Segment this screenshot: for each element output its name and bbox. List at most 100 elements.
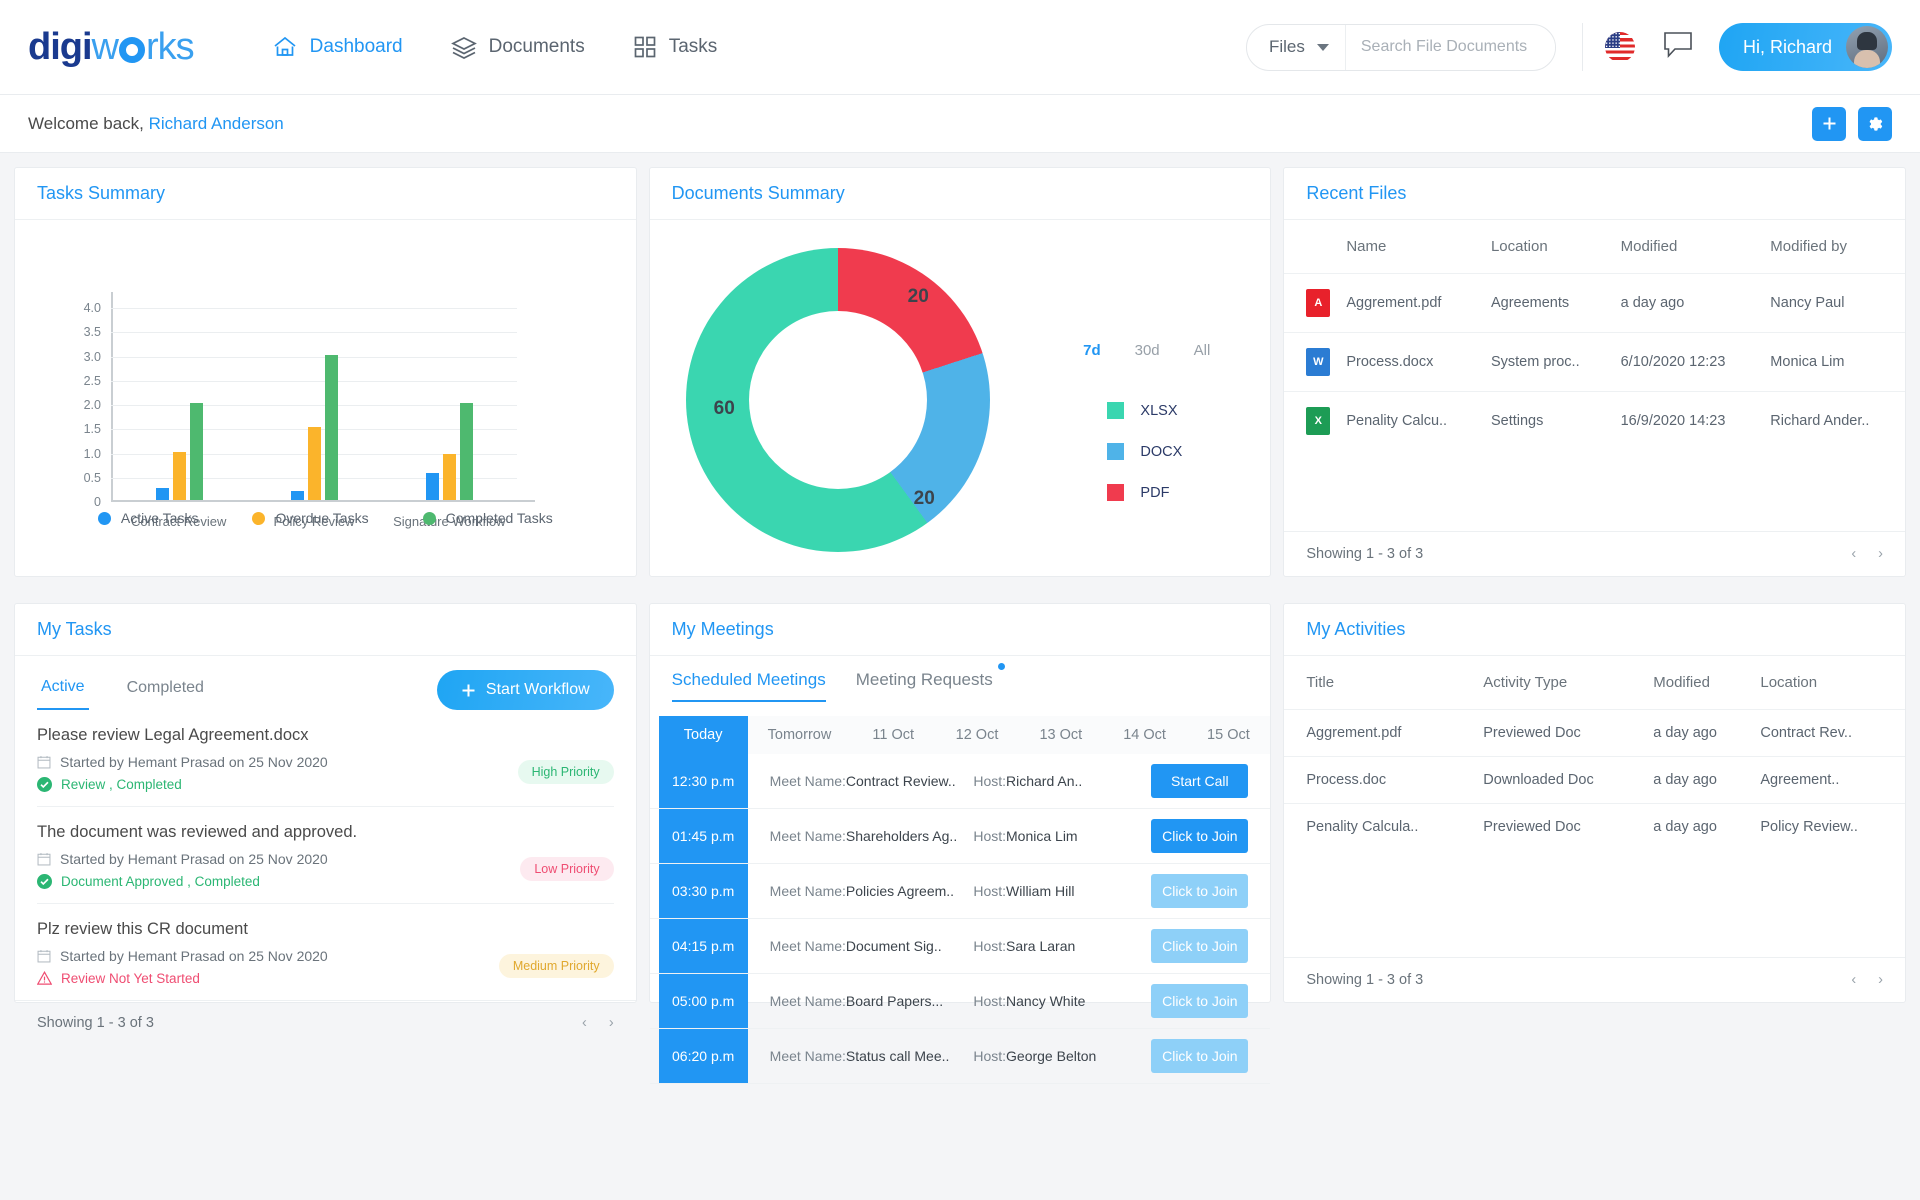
meeting-action-button[interactable]: Click to Join <box>1151 874 1248 908</box>
nav-item-documents[interactable]: Documents <box>451 35 585 59</box>
file-icon-cell: X <box>1284 392 1338 451</box>
legend-swatch-docx <box>1107 443 1124 460</box>
meeting-action-button[interactable]: Click to Join <box>1151 929 1248 963</box>
meeting-time: 06:20 p.m <box>659 1029 748 1083</box>
table-row[interactable]: Process.docDownloaded Doca day agoAgreem… <box>1284 757 1905 804</box>
day-tab-13-oct[interactable]: 13 Oct <box>1019 716 1103 754</box>
range-30d[interactable]: 30d <box>1135 342 1160 359</box>
table-row[interactable]: WProcess.docxSystem proc..6/10/2020 12:2… <box>1284 333 1905 392</box>
prev-page-icon[interactable]: ‹ <box>582 1015 587 1031</box>
chat-bubble-icon[interactable] <box>1663 31 1693 64</box>
task-status-label: Document Approved , Completed <box>61 874 260 889</box>
tab-completed[interactable]: Completed <box>123 671 208 709</box>
my-tasks-tabs: Active Completed Start Workflow <box>37 656 614 710</box>
meeting-action-button[interactable]: Start Call <box>1151 764 1248 798</box>
calendar-icon <box>37 755 51 769</box>
prev-page-icon[interactable]: ‹ <box>1851 972 1856 988</box>
user-menu-button[interactable]: Hi, Richard <box>1719 23 1892 71</box>
task-item[interactable]: Plz review this CR documentStarted by He… <box>37 904 614 1000</box>
table-col-modified: Modified <box>1613 220 1763 274</box>
settings-button[interactable] <box>1858 107 1892 141</box>
card-title-my-meetings: My Meetings <box>672 619 1249 640</box>
chart-gridline <box>111 332 517 333</box>
task-item[interactable]: Please review Legal Agreement.docxStarte… <box>37 710 614 807</box>
task-item[interactable]: The document was reviewed and approved.S… <box>37 807 614 904</box>
meeting-host: Host: Sara Laran <box>973 919 1151 973</box>
range-7d[interactable]: 7d <box>1083 342 1101 359</box>
next-page-icon[interactable]: › <box>1878 972 1883 988</box>
start-workflow-button[interactable]: Start Workflow <box>437 670 614 710</box>
cell-activity-type: Downloaded Doc <box>1475 757 1645 804</box>
prev-page-icon[interactable]: ‹ <box>1851 546 1856 562</box>
legend-label: Overdue Tasks <box>275 510 368 526</box>
donut-value-xlsx: 60 <box>714 398 735 420</box>
tab-scheduled-meetings[interactable]: Scheduled Meetings <box>672 670 826 702</box>
tab-active[interactable]: Active <box>37 670 89 710</box>
y-axis-tick: 1.0 <box>84 447 101 461</box>
my-tasks-showing: Showing 1 - 3 of 3 <box>37 1015 154 1031</box>
dashboard-row-bottom: My Tasks Active Completed Start Workflow… <box>0 589 1920 1003</box>
legend-dot <box>423 512 436 525</box>
range-all[interactable]: All <box>1194 342 1211 359</box>
cell-location: Agreements <box>1483 274 1613 333</box>
priority-badge: High Priority <box>518 760 614 784</box>
table-row[interactable]: AAggrement.pdfAgreementsa day agoNancy P… <box>1284 274 1905 333</box>
y-axis-tick: 2.0 <box>84 398 101 412</box>
pdf-file-icon: A <box>1306 289 1330 317</box>
day-tab-tomorrow[interactable]: Tomorrow <box>748 716 852 754</box>
meeting-row: 04:15 p.mMeet Name: Document Sig..Host: … <box>650 919 1271 974</box>
search-scope-select[interactable]: Files <box>1247 25 1346 70</box>
app-logo[interactable]: digiwrks <box>28 26 194 69</box>
meeting-time: 05:00 p.m <box>659 974 748 1028</box>
card-header: My Activities <box>1284 604 1905 656</box>
task-started-by: Started by Hemant Prasad on 25 Nov 2020 <box>60 754 328 770</box>
welcome-actions <box>1812 107 1892 141</box>
task-title: The document was reviewed and approved. <box>37 823 614 842</box>
priority-badge: Low Priority <box>520 857 613 881</box>
table-row[interactable]: Aggrement.pdfPreviewed Doca day agoContr… <box>1284 710 1905 757</box>
meeting-time: 12:30 p.m <box>659 754 748 808</box>
bar-completed-tasks <box>460 403 473 500</box>
meeting-name: Meet Name: Status call Mee.. <box>748 1029 974 1083</box>
cell-modified-by: Nancy Paul <box>1762 274 1905 333</box>
logo-text-part2: w <box>92 26 118 69</box>
day-tab-12-oct[interactable]: 12 Oct <box>935 716 1019 754</box>
add-button[interactable] <box>1812 107 1846 141</box>
cell-modified: a day ago <box>1645 804 1752 851</box>
chevron-down-icon <box>1317 44 1329 51</box>
meeting-host-value: Monica Lim <box>1006 828 1078 844</box>
welcome-bar: Welcome back, Richard Anderson <box>0 95 1920 153</box>
us-flag-icon[interactable] <box>1605 32 1635 62</box>
meeting-action-button[interactable]: Click to Join <box>1151 819 1248 853</box>
meeting-action-button[interactable]: Click to Join <box>1151 1039 1248 1073</box>
cell-modified-by: Richard Ander.. <box>1762 392 1905 451</box>
day-tab-today[interactable]: Today <box>659 716 748 754</box>
day-tab-11-oct[interactable]: 11 Oct <box>851 716 935 754</box>
table-row[interactable]: Penality Calcula..Previewed Doca day ago… <box>1284 804 1905 851</box>
search-input[interactable] <box>1346 38 1556 56</box>
tab-meeting-requests[interactable]: Meeting Requests <box>856 670 993 700</box>
day-tab-14-oct[interactable]: 14 Oct <box>1103 716 1187 754</box>
chart-gridline <box>111 308 517 309</box>
next-page-icon[interactable]: › <box>1878 546 1883 562</box>
y-axis-tick: 1.5 <box>84 422 101 436</box>
pagination: ‹ › <box>582 1015 614 1031</box>
welcome-username[interactable]: Richard Anderson <box>149 114 284 133</box>
meeting-host: Host: William Hill <box>973 864 1151 918</box>
bar-group <box>156 403 203 500</box>
my-meetings-tabs: Scheduled Meetings Meeting Requests <box>650 656 1271 702</box>
legend-label-xlsx: XLSX <box>1140 403 1177 419</box>
search-bar: Files <box>1246 24 1556 71</box>
table-col-name: Name <box>1338 220 1483 274</box>
nav-item-tasks[interactable]: Tasks <box>633 35 718 59</box>
bar-completed-tasks <box>325 355 338 501</box>
meeting-name: Meet Name: Board Papers... <box>748 974 974 1028</box>
nav-item-dashboard[interactable]: Dashboard <box>272 35 403 59</box>
bar-overdue-tasks <box>443 454 456 500</box>
day-tab-15-oct[interactable]: 15 Oct <box>1187 716 1271 754</box>
meeting-host: Host: Richard An.. <box>973 754 1151 808</box>
meeting-action-button[interactable]: Click to Join <box>1151 984 1248 1018</box>
table-row[interactable]: XPenality Calcu..Settings16/9/2020 14:23… <box>1284 392 1905 451</box>
next-page-icon[interactable]: › <box>609 1015 614 1031</box>
bar-active-tasks <box>426 473 439 500</box>
